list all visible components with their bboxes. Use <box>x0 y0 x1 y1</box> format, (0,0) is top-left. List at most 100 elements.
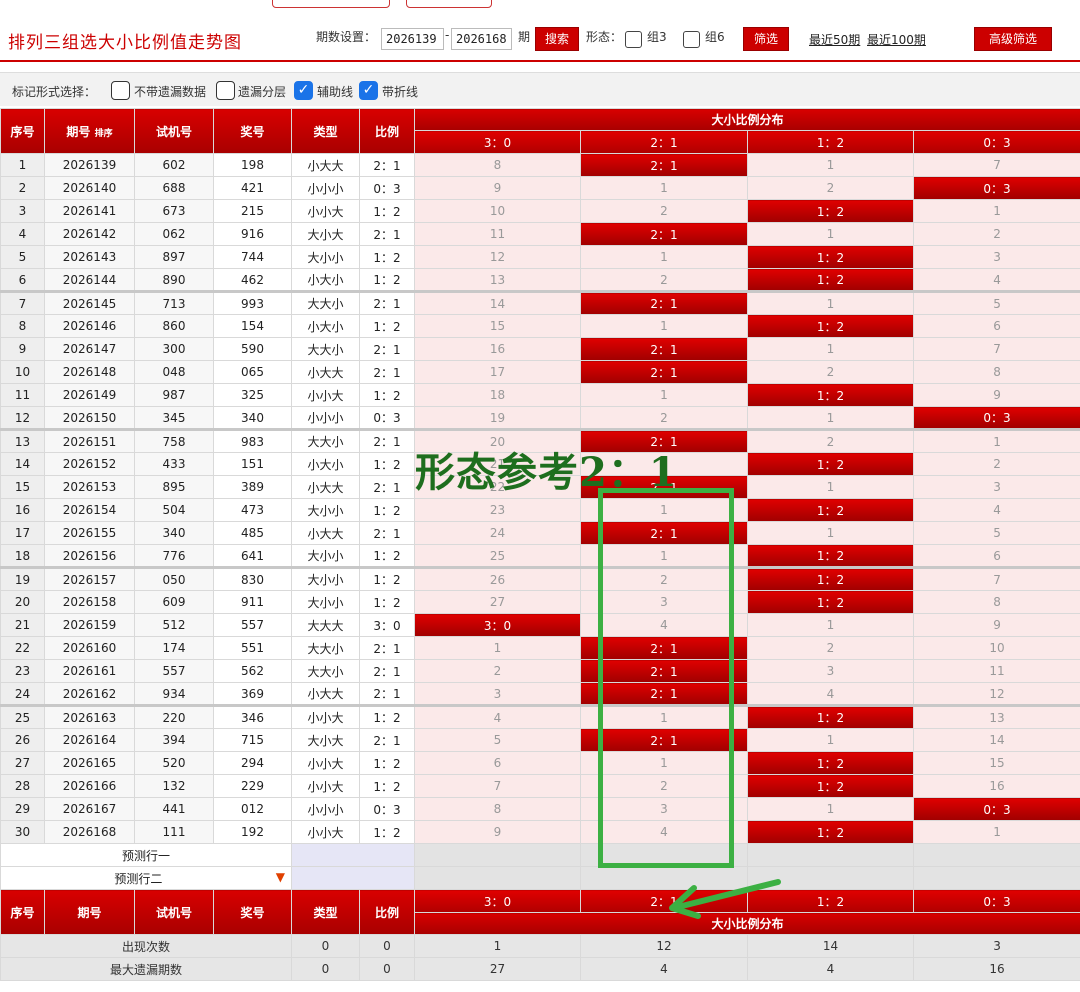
predict-row-input[interactable] <box>291 866 415 890</box>
row-ratio: 2：1 <box>359 222 415 246</box>
row-winning-number: 421 <box>213 176 292 200</box>
group3-checkbox[interactable] <box>625 31 642 48</box>
row-test-number: 688 <box>134 176 214 200</box>
stat-label: 出现次数 <box>0 934 292 958</box>
recent-50-link[interactable]: 最近50期 <box>809 31 860 48</box>
dist-hit-cell: 1：2 <box>747 268 914 292</box>
row-period: 2026158 <box>44 590 135 614</box>
row-type: 小小小 <box>291 176 360 200</box>
dist-omission-cell: 9 <box>912 613 1080 637</box>
row-period: 2026160 <box>44 636 135 660</box>
predict-cell[interactable] <box>414 866 581 890</box>
dist-omission-cell: 2 <box>747 428 914 453</box>
row-winning-number: 993 <box>213 290 292 315</box>
dist-omission-cell: 16 <box>414 337 581 361</box>
predict-cell[interactable] <box>912 866 1080 890</box>
row-winning-number: 744 <box>213 245 292 269</box>
dist-hit-cell: 2：1 <box>580 153 748 177</box>
table-row: 18 2026156 776 641 大小小 1：2 25 1 1：2 6 <box>0 544 1080 568</box>
top-tab-stub-2[interactable] <box>406 0 492 8</box>
predict-row-input[interactable] <box>291 843 415 867</box>
group3-label: 组3 <box>647 30 667 44</box>
dist-omission-cell: 1 <box>747 222 914 246</box>
dist-omission-cell: 12 <box>414 245 581 269</box>
table-row: 19 2026157 050 830 大小小 1：2 26 2 1：2 7 <box>0 566 1080 591</box>
stat-ratio-value: 0 <box>359 934 415 958</box>
row-type: 小小小 <box>291 406 360 430</box>
period-from-input[interactable]: 2026139 <box>381 28 444 50</box>
dist-omission-cell: 16 <box>912 774 1080 798</box>
filter-button[interactable]: 筛选 <box>743 27 789 51</box>
advanced-filter-button[interactable]: 高级筛选 <box>974 27 1052 51</box>
row-seq: 28 <box>0 774 45 798</box>
row-seq: 22 <box>0 636 45 660</box>
period-to-input[interactable]: 2026168 <box>451 28 512 50</box>
sort-link[interactable]: 排序 <box>95 129 113 139</box>
option-no-omission-checkbox[interactable] <box>111 81 130 100</box>
col-period-header[interactable]: 期号 排序 <box>44 108 135 154</box>
row-period: 2026153 <box>44 475 135 499</box>
dist-omission-cell: 6 <box>414 751 581 775</box>
dist-omission-cell: 14 <box>912 728 1080 752</box>
row-type: 小大大 <box>291 153 360 177</box>
dist-omission-cell: 1 <box>747 290 914 315</box>
row-seq: 6 <box>0 268 45 292</box>
dist-omission-cell: 1 <box>747 153 914 177</box>
predict-row-label: 预测行二 ▼ <box>0 866 292 890</box>
row-winning-number: 346 <box>213 704 292 729</box>
row-ratio: 1：2 <box>359 704 415 729</box>
row-period: 2026142 <box>44 222 135 246</box>
recent-100-link[interactable]: 最近100期 <box>867 31 926 48</box>
group6-checkbox[interactable] <box>683 31 700 48</box>
dist-hit-cell: 1：2 <box>747 704 914 729</box>
row-test-number: 220 <box>134 704 214 729</box>
row-seq: 4 <box>0 222 45 246</box>
dist-omission-cell: 2 <box>580 268 748 292</box>
dist-hit-cell: 0：3 <box>912 406 1080 430</box>
row-period: 2026166 <box>44 774 135 798</box>
top-tab-stub-1[interactable] <box>272 0 390 8</box>
option-omission-layer-checkbox[interactable] <box>216 81 235 100</box>
row-type: 大小小 <box>291 498 360 522</box>
page-title: 排列三组选大小比例值走势图 <box>8 33 242 53</box>
row-type: 大小小 <box>291 566 360 591</box>
stat-value: 4 <box>747 957 914 981</box>
option-guideline-checkbox[interactable]: ✓ <box>294 81 313 100</box>
dist-omission-cell: 17 <box>414 360 581 384</box>
dist-omission-cell: 4 <box>747 682 914 706</box>
row-winning-number: 590 <box>213 337 292 361</box>
row-ratio: 3：0 <box>359 613 415 637</box>
row-test-number: 602 <box>134 153 214 177</box>
predict-cell[interactable] <box>414 843 581 867</box>
stat-value: 12 <box>580 934 748 958</box>
predict-cell[interactable] <box>747 843 914 867</box>
row-seq: 17 <box>0 521 45 545</box>
row-period: 2026165 <box>44 751 135 775</box>
dist-omission-cell: 1 <box>580 245 748 269</box>
row-ratio: 1：2 <box>359 544 415 568</box>
table-row: 27 2026165 520 294 小小大 1：2 6 1 1：2 15 <box>0 751 1080 775</box>
row-seq: 9 <box>0 337 45 361</box>
dist-omission-cell: 1 <box>912 199 1080 223</box>
footer-test-header: 试机号 <box>134 889 214 935</box>
dist-omission-cell: 15 <box>414 314 581 338</box>
row-winning-number: 229 <box>213 774 292 798</box>
search-button[interactable]: 搜索 <box>535 27 579 51</box>
option-polyline-checkbox[interactable]: ✓ <box>359 81 378 100</box>
predict-cell[interactable] <box>912 843 1080 867</box>
row-ratio: 1：2 <box>359 751 415 775</box>
footer-ratio-header: 比例 <box>359 889 415 935</box>
dist-omission-cell: 9 <box>414 176 581 200</box>
footer-seq-header: 序号 <box>0 889 45 935</box>
row-period: 2026150 <box>44 406 135 430</box>
annotation-highlight-box <box>598 488 734 868</box>
arrow-down-icon[interactable]: ▼ <box>276 870 285 884</box>
dist-omission-cell: 1 <box>747 613 914 637</box>
period-unit: 期 <box>518 30 531 44</box>
dist-omission-cell: 1 <box>912 428 1080 453</box>
row-seq: 10 <box>0 360 45 384</box>
row-type: 小小大 <box>291 774 360 798</box>
row-seq: 1 <box>0 153 45 177</box>
row-test-number: 934 <box>134 682 214 706</box>
dist-omission-cell: 13 <box>912 704 1080 729</box>
